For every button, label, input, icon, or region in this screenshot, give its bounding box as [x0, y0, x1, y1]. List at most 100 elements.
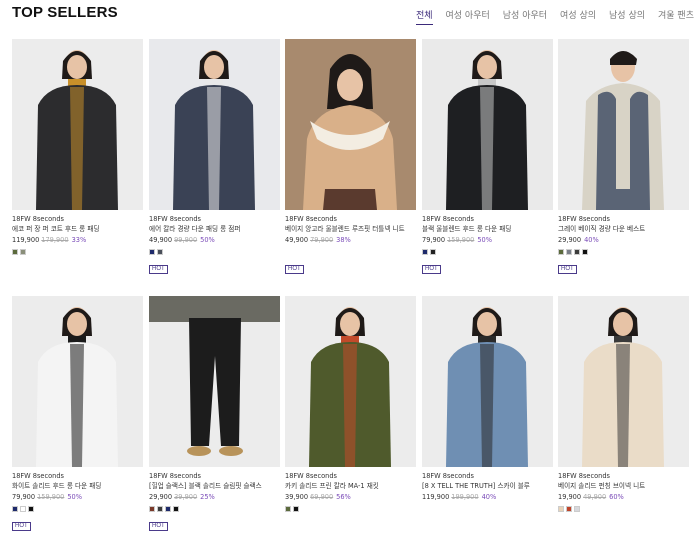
product-image[interactable] [558, 39, 689, 210]
original-price: 49,900 [583, 493, 607, 501]
sale-price: 19,900 [558, 493, 582, 501]
product-image[interactable] [149, 296, 280, 467]
color-swatch[interactable] [582, 249, 588, 255]
discount-rate: 56% [336, 493, 351, 501]
tab-all[interactable]: 전체 [415, 8, 433, 25]
product-card[interactable]: 18FW 8seconds 그레이 베이직 경량 다운 베스트 29,900 40% H… [558, 39, 689, 274]
color-swatch[interactable] [12, 506, 18, 512]
product-card[interactable]: 18FW 8seconds 베이지 앙고라 울블렌드 루즈핏 터틀넥 니트 49,9… [285, 39, 416, 274]
color-swatch[interactable] [574, 249, 580, 255]
color-swatch[interactable] [173, 506, 179, 512]
discount-rate: 33% [71, 236, 87, 244]
price-row: 29,900 39,900 25% [149, 492, 280, 502]
color-swatch[interactable] [566, 506, 572, 512]
product-brand: 18FW 8seconds [558, 472, 610, 480]
color-swatch[interactable] [165, 506, 171, 512]
product-name[interactable]: [8 X TELL THE TRUTH] 스카이 블루 [422, 481, 553, 491]
product-brand: 18FW 8seconds [285, 215, 337, 223]
original-price: 79,900 [310, 236, 334, 244]
original-price: 39,900 [174, 493, 198, 501]
color-swatch[interactable] [558, 506, 564, 512]
discount-rate: 60% [609, 493, 624, 501]
hot-badge: HOT [149, 265, 168, 274]
product-image[interactable] [422, 296, 553, 467]
product-card[interactable]: 18FW 8seconds 블랙 울블렌드 후드 롱 다운 패딩 79,900 159… [422, 39, 553, 274]
sale-price: 79,900 [12, 493, 36, 501]
sale-price: 29,900 [149, 493, 173, 501]
product-card[interactable]: 18FW 8seconds [8 X TELL THE TRUTH] 스카이 블루… [422, 296, 553, 512]
product-brand: 18FW 8seconds [422, 215, 474, 223]
discount-rate: 50% [200, 236, 215, 244]
product-image[interactable] [285, 296, 416, 467]
tab-women-outer[interactable]: 여성 아우터 [446, 8, 490, 25]
product-card[interactable]: 18FW 8seconds 카키 솔리드 프린 칼라 MA-1 재킷 39,900 6… [285, 296, 416, 512]
color-swatch[interactable] [12, 249, 18, 255]
tab-winter-pants[interactable]: 겨울 팬츠 [658, 8, 694, 25]
color-swatch[interactable] [149, 506, 155, 512]
product-brand: 18FW 8seconds [12, 215, 64, 223]
category-tabs: 전체 여성 아우터 남성 아우터 여성 상의 남성 상의 겨울 팬츠 [403, 8, 694, 25]
discount-rate: 50% [67, 493, 83, 501]
product-image[interactable] [422, 39, 553, 210]
product-image[interactable] [558, 296, 689, 467]
product-image[interactable] [12, 39, 143, 210]
color-swatches [149, 506, 280, 512]
product-brand: 18FW 8seconds [12, 472, 64, 480]
discount-rate: 40% [481, 493, 497, 501]
page-header: TOP SELLERS 전체 여성 아우터 남성 아우터 여성 상의 남성 상의… [0, 0, 700, 34]
product-name[interactable]: 베이지 앙고라 울블렌드 루즈핏 터틀넥 니트 [285, 224, 416, 234]
product-name[interactable]: 그레이 베이직 경량 다운 베스트 [558, 224, 689, 234]
product-image[interactable] [12, 296, 143, 467]
product-name[interactable]: 카키 솔리드 프린 칼라 MA-1 재킷 [285, 481, 416, 491]
original-price: 199,900 [451, 493, 479, 501]
original-price: 159,900 [37, 493, 65, 501]
color-swatch[interactable] [574, 506, 580, 512]
discount-rate: 40% [584, 236, 599, 244]
color-swatch[interactable] [566, 249, 572, 255]
product-card[interactable]: 18FW 8seconds [힐업 슬랙스] 블랙 솔리드 슬림핏 슬랙스 29,9… [149, 296, 280, 531]
product-name[interactable]: 화이트 솔리드 후드 롱 다운 패딩 [12, 481, 143, 491]
sale-price: 29,900 [558, 236, 582, 244]
original-price: 159,900 [447, 236, 475, 244]
color-swatch[interactable] [422, 249, 428, 255]
page-title: TOP SELLERS [12, 4, 118, 21]
product-card[interactable]: 18FW 8seconds 에어 칼라 경량 다운 패딩 롱 점퍼 49,900 99… [149, 39, 280, 274]
color-swatch[interactable] [157, 506, 163, 512]
color-swatch[interactable] [157, 249, 163, 255]
product-name[interactable]: 에코 퍼 장 퍼 코트 후드 롱 패딩 [12, 224, 143, 234]
tab-men-outer[interactable]: 남성 아우터 [503, 8, 547, 25]
sale-price: 49,900 [149, 236, 173, 244]
product-image[interactable] [149, 39, 280, 210]
color-swatch[interactable] [285, 506, 291, 512]
hot-badge: HOT [558, 265, 577, 274]
color-swatch[interactable] [28, 506, 34, 512]
color-swatch[interactable] [20, 249, 26, 255]
color-swatches [285, 506, 416, 512]
color-swatch[interactable] [558, 249, 564, 255]
original-price: 99,900 [174, 236, 198, 244]
color-swatches [422, 249, 553, 255]
product-brand: 18FW 8seconds [558, 215, 610, 223]
tab-women-top[interactable]: 여성 상의 [560, 8, 596, 25]
product-name[interactable]: 베이지 솔리드 펀칭 브이넥 니트 [558, 481, 689, 491]
product-card[interactable]: 18FW 8seconds 에코 퍼 장 퍼 코트 후드 롱 패딩 119,900 1… [12, 39, 143, 255]
price-row: 49,900 99,900 50% [149, 235, 280, 245]
product-name[interactable]: 블랙 울블렌드 후드 롱 다운 패딩 [422, 224, 553, 234]
product-image[interactable] [285, 39, 416, 210]
color-swatch[interactable] [20, 506, 26, 512]
sale-price: 49,900 [285, 236, 309, 244]
color-swatches [12, 249, 143, 255]
product-card[interactable]: 18FW 8seconds 화이트 솔리드 후드 롱 다운 패딩 79,900 159… [12, 296, 143, 531]
color-swatch[interactable] [149, 249, 155, 255]
color-swatch[interactable] [430, 249, 436, 255]
color-swatches [149, 249, 280, 255]
price-row: 119,900 199,900 40% [422, 492, 553, 502]
color-swatches [422, 506, 553, 512]
product-name[interactable]: [힐업 슬랙스] 블랙 솔리드 슬림핏 슬랙스 [149, 481, 280, 491]
color-swatch[interactable] [293, 506, 299, 512]
color-swatches [558, 506, 689, 512]
product-name[interactable]: 에어 칼라 경량 다운 패딩 롱 점퍼 [149, 224, 280, 234]
discount-rate: 25% [200, 493, 215, 501]
tab-men-top[interactable]: 남성 상의 [609, 8, 645, 25]
product-card[interactable]: 18FW 8seconds 베이지 솔리드 펀칭 브이넥 니트 19,900 49,9… [558, 296, 689, 512]
